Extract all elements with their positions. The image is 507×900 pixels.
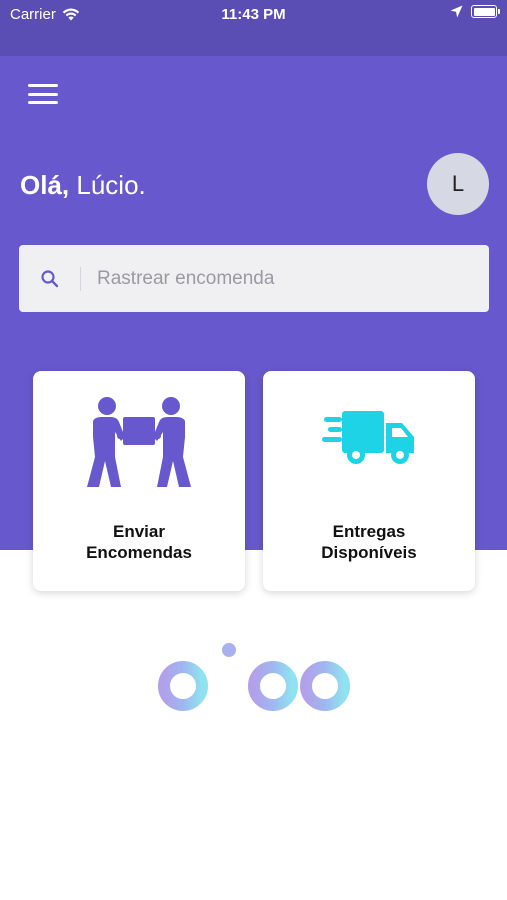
status-bar: Carrier 11:43 PM — [0, 0, 507, 56]
available-deliveries-label: Entregas Disponíveis — [263, 521, 475, 563]
dipo-logo — [155, 632, 355, 732]
available-deliveries-line1: Entregas — [332, 522, 406, 541]
avatar[interactable]: L — [427, 153, 489, 215]
status-time: 11:43 PM — [221, 6, 286, 23]
people-carrying-box-icon — [33, 395, 245, 491]
delivery-truck-icon — [263, 395, 475, 475]
send-packages-line2: Encomendas — [86, 543, 192, 562]
greeting-text: Olá, Lúcio. — [20, 170, 146, 201]
send-packages-card[interactable]: Enviar Encomendas — [33, 371, 245, 591]
location-arrow-icon — [450, 5, 463, 18]
available-deliveries-line2: Disponíveis — [321, 543, 417, 562]
search-icon — [19, 266, 81, 291]
track-package-input[interactable] — [81, 267, 489, 290]
status-right — [450, 5, 500, 18]
send-packages-line1: Enviar — [113, 522, 165, 541]
hamburger-menu-icon[interactable] — [28, 82, 58, 106]
battery-icon — [471, 5, 500, 18]
search-bar[interactable] — [19, 245, 489, 312]
greeting-user-name: Lúcio. — [76, 170, 146, 200]
available-deliveries-card[interactable]: Entregas Disponíveis — [263, 371, 475, 591]
send-packages-label: Enviar Encomendas — [33, 521, 245, 563]
greeting-hello: Olá, — [20, 170, 70, 200]
